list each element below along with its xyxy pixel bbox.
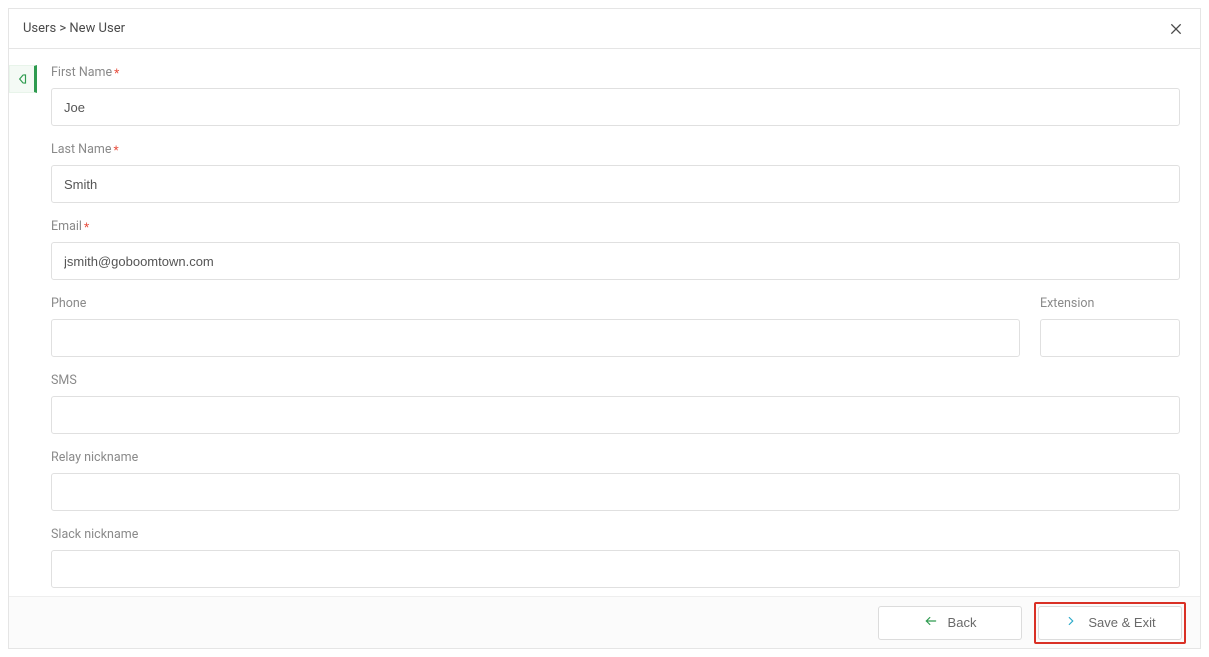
save-exit-button[interactable]: Save & Exit (1038, 606, 1182, 640)
back-button-label: Back (948, 615, 977, 630)
first-name-field: First Name * (51, 65, 1180, 126)
slack-nickname-field: Slack nickname (51, 527, 1180, 588)
relay-nickname-input[interactable] (51, 473, 1180, 511)
email-label: Email (51, 219, 82, 234)
panel-body: First Name * Last Name * (9, 49, 1200, 597)
sidebar-toggle[interactable] (9, 65, 37, 93)
save-exit-highlight: Save & Exit (1034, 602, 1186, 644)
email-input[interactable] (51, 242, 1180, 280)
form-area: First Name * Last Name * (37, 49, 1200, 597)
sms-field: SMS (51, 373, 1180, 434)
panel-footer: Back Save & Exit (9, 596, 1200, 648)
arrow-left-icon (924, 614, 938, 631)
last-name-field: Last Name * (51, 142, 1180, 203)
phone-field: Phone (51, 296, 1020, 357)
extension-label: Extension (1040, 296, 1094, 311)
sms-label: SMS (51, 373, 77, 388)
slack-nickname-input[interactable] (51, 550, 1180, 588)
close-icon[interactable] (1166, 19, 1186, 39)
first-name-input[interactable] (51, 88, 1180, 126)
back-button[interactable]: Back (878, 606, 1022, 640)
slack-nickname-label: Slack nickname (51, 527, 138, 542)
extension-input[interactable] (1040, 319, 1180, 357)
panel-header: Users > New User (9, 9, 1200, 49)
last-name-input[interactable] (51, 165, 1180, 203)
required-mark-icon: * (84, 220, 89, 234)
chevron-right-icon (1064, 614, 1078, 631)
relay-nickname-field: Relay nickname (51, 450, 1180, 511)
required-mark-icon: * (114, 66, 119, 80)
required-mark-icon: * (113, 143, 118, 157)
phone-label: Phone (51, 296, 86, 311)
first-name-label: First Name (51, 65, 112, 80)
new-user-panel: Users > New User First Name * (8, 8, 1201, 649)
sms-input[interactable] (51, 396, 1180, 434)
save-exit-button-label: Save & Exit (1088, 615, 1155, 630)
extension-field: Extension (1040, 296, 1180, 357)
last-name-label: Last Name (51, 142, 111, 157)
phone-input[interactable] (51, 319, 1020, 357)
relay-nickname-label: Relay nickname (51, 450, 138, 465)
breadcrumb: Users > New User (23, 21, 125, 36)
email-field: Email * (51, 219, 1180, 280)
